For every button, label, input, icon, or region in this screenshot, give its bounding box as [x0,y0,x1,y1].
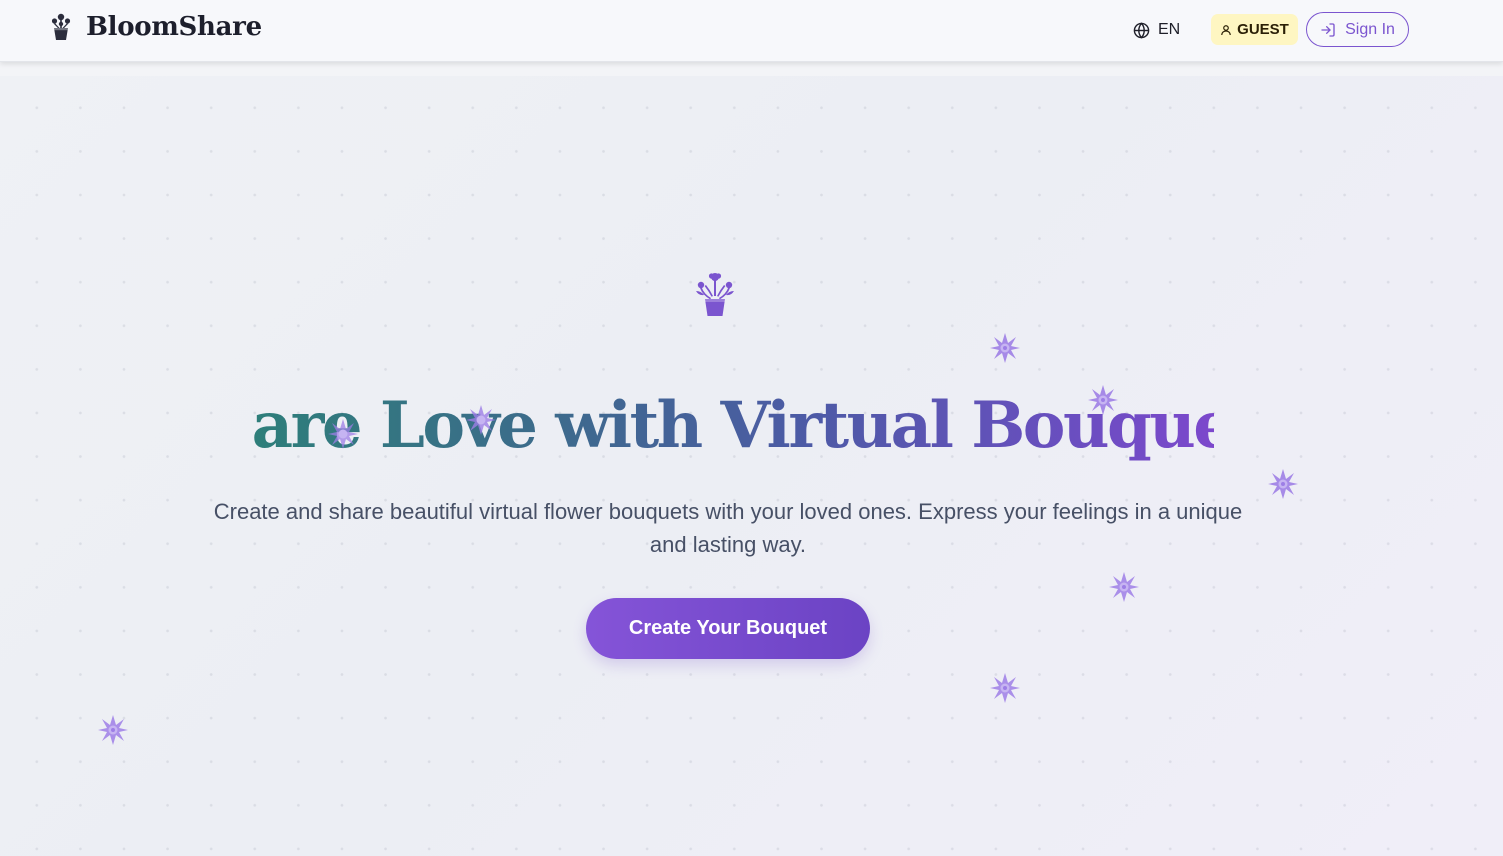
flower-icon [990,673,1020,703]
flower-icon [98,715,128,745]
globe-icon [1133,21,1150,39]
guest-label: GUEST [1237,21,1289,38]
hero-subtext: Create and share beautiful virtual flowe… [213,499,1243,557]
create-bouquet-button[interactable]: Create Your Bouquet [586,598,870,659]
flower-icon [466,405,496,435]
user-icon [1221,24,1232,35]
hero-headline: Share Love with Virtual Bouquets [0,384,1456,468]
sign-in-label: Sign In [1345,20,1395,38]
language-selector[interactable]: EN [1133,18,1180,42]
guest-badge: GUEST [1211,14,1298,45]
potted-flowers-icon [51,13,71,40]
brand-logo[interactable]: BloomShare [48,12,262,42]
potted-flowers-icon [696,273,734,316]
sign-in-icon [1321,22,1335,37]
brand-name: BloomShare [86,12,262,42]
hero-section: Share Love with Virtual Bouquets Create … [0,76,1503,856]
top-navbar: BloomShare EN GUEST Sign In [0,0,1503,62]
flower-icon [1268,469,1298,499]
sign-in-button[interactable]: Sign In [1306,12,1409,47]
flower-icon [990,333,1020,363]
flower-icon [328,419,358,449]
language-label: EN [1158,21,1181,38]
flower-icon [1109,572,1139,602]
flower-icon [1088,385,1118,415]
